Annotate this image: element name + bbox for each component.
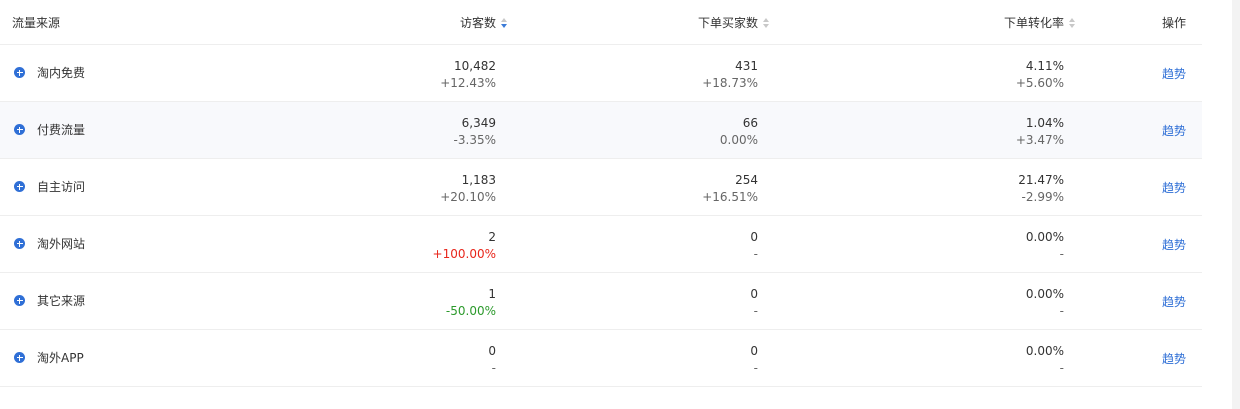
visitors-change: +20.10%: [440, 190, 496, 204]
sort-icon[interactable]: [763, 18, 770, 28]
visitors-cell: 1 -50.00%: [446, 286, 496, 320]
buyers-value: 431: [735, 59, 758, 73]
buyers-value: 66: [742, 116, 758, 130]
visitors-cell: 0 -: [488, 343, 496, 377]
visitors-value: 6,349: [461, 116, 496, 130]
trend-link[interactable]: 趋势: [1162, 273, 1186, 329]
conversion-change: +3.47%: [1015, 133, 1064, 147]
visitors-change: -3.35%: [453, 133, 496, 147]
header-conversion-label: 下单转化率: [1003, 16, 1064, 30]
buyers-change: -: [753, 361, 758, 375]
buyers-change: +16.51%: [702, 190, 758, 204]
visitors-change: +100.00%: [432, 247, 496, 261]
traffic-source-table: 流量来源 访客数 下单买家数 下单转化率 操作 淘内免费 10,482 +12.…: [0, 0, 1202, 409]
buyers-change: +18.73%: [702, 76, 758, 90]
conversion-value: 0.00%: [1025, 287, 1064, 301]
table-row: 淘外APP 0 - 0 - 0.00% - 趋势: [0, 330, 1202, 387]
visitors-value: 1,183: [461, 173, 496, 187]
source-name: 淘外网站: [37, 237, 86, 251]
right-gutter: [1202, 0, 1232, 409]
buyers-cell: 0 -: [750, 229, 758, 263]
visitors-value: 10,482: [454, 59, 496, 73]
trend-link[interactable]: 趋势: [1162, 159, 1186, 215]
conversion-value: 21.47%: [1018, 173, 1064, 187]
sort-icon[interactable]: [501, 18, 508, 28]
trend-link[interactable]: 趋势: [1162, 330, 1186, 386]
buyers-cell: 0 -: [750, 286, 758, 320]
trend-link[interactable]: 趋势: [1162, 102, 1186, 158]
visitors-cell: 1,183 +20.10%: [440, 172, 496, 206]
traffic-source-page: 流量来源 访客数 下单买家数 下单转化率 操作 淘内免费 10,482 +12.…: [0, 0, 1240, 409]
visitors-change: -50.00%: [445, 304, 496, 318]
expand-plus-icon[interactable]: [14, 238, 25, 249]
conversion-change: +5.60%: [1015, 76, 1064, 90]
table-row: 付费流量 6,349 -3.35% 66 0.00% 1.04% +3.47% …: [0, 102, 1202, 159]
header-buyers-sortable[interactable]: 下单买家数: [698, 0, 770, 44]
visitors-change: +12.43%: [440, 76, 496, 90]
trend-link[interactable]: 趋势: [1162, 216, 1186, 272]
expand-plus-icon[interactable]: [14, 352, 25, 363]
buyers-cell: 0 -: [750, 343, 758, 377]
buyers-value: 254: [735, 173, 758, 187]
header-visitors-label: 访客数: [459, 16, 496, 30]
conversion-change: -: [1059, 304, 1064, 318]
source-name: 淘外APP: [37, 351, 84, 365]
expand-plus-icon[interactable]: [14, 295, 25, 306]
visitors-value: 1: [488, 287, 496, 301]
conversion-value: 4.11%: [1025, 59, 1064, 73]
visitors-value: 0: [488, 344, 496, 358]
sort-icon[interactable]: [1069, 18, 1076, 28]
buyers-cell: 431 +18.73%: [702, 58, 758, 92]
source-name: 付费流量: [37, 123, 86, 137]
table-row: 淘外网站 2 +100.00% 0 - 0.00% - 趋势: [0, 216, 1202, 273]
table-row: 自主访问 1,183 +20.10% 254 +16.51% 21.47% -2…: [0, 159, 1202, 216]
buyers-value: 0: [750, 344, 758, 358]
buyers-change: -: [753, 247, 758, 261]
conversion-change: -: [1059, 361, 1064, 375]
expand-plus-icon[interactable]: [14, 67, 25, 78]
conversion-cell: 1.04% +3.47%: [1016, 115, 1064, 149]
conversion-change: -: [1059, 247, 1064, 261]
source-name: 其它来源: [37, 294, 86, 308]
buyers-cell: 66 0.00%: [720, 115, 758, 149]
buyers-cell: 254 +16.51%: [702, 172, 758, 206]
buyers-change: -: [753, 304, 758, 318]
conversion-cell: 21.47% -2.99%: [1018, 172, 1064, 206]
buyers-value: 0: [750, 287, 758, 301]
trend-link[interactable]: 趋势: [1162, 45, 1186, 101]
page-right-edge: [1232, 0, 1240, 409]
source-name: 淘内免费: [37, 66, 86, 80]
visitors-cell: 2 +100.00%: [433, 229, 496, 263]
table-row: 淘内免费 10,482 +12.43% 431 +18.73% 4.11% +5…: [0, 45, 1202, 102]
visitors-change: -: [491, 361, 496, 375]
conversion-cell: 0.00% -: [1026, 286, 1064, 320]
conversion-cell: 4.11% +5.60%: [1016, 58, 1064, 92]
conversion-cell: 0.00% -: [1026, 229, 1064, 263]
buyers-change: 0.00%: [719, 133, 758, 147]
header-operation: 操作: [1162, 16, 1187, 30]
conversion-cell: 0.00% -: [1026, 343, 1064, 377]
header-conversion-sortable[interactable]: 下单转化率: [1004, 0, 1076, 44]
header-buyers-label: 下单买家数: [697, 16, 758, 30]
conversion-change: -2.99%: [1021, 190, 1064, 204]
header-source: 流量来源: [12, 16, 61, 30]
conversion-value: 0.00%: [1025, 230, 1064, 244]
table-row: 其它来源 1 -50.00% 0 - 0.00% - 趋势: [0, 273, 1202, 330]
conversion-value: 0.00%: [1025, 344, 1064, 358]
buyers-value: 0: [750, 230, 758, 244]
table-header: 流量来源 访客数 下单买家数 下单转化率 操作: [0, 0, 1202, 45]
visitors-value: 2: [488, 230, 496, 244]
expand-plus-icon[interactable]: [14, 181, 25, 192]
source-name: 自主访问: [37, 180, 86, 194]
expand-plus-icon[interactable]: [14, 124, 25, 135]
visitors-cell: 10,482 +12.43%: [440, 58, 496, 92]
visitors-cell: 6,349 -3.35%: [454, 115, 496, 149]
conversion-value: 1.04%: [1025, 116, 1064, 130]
header-visitors-sortable[interactable]: 访客数: [460, 0, 508, 44]
